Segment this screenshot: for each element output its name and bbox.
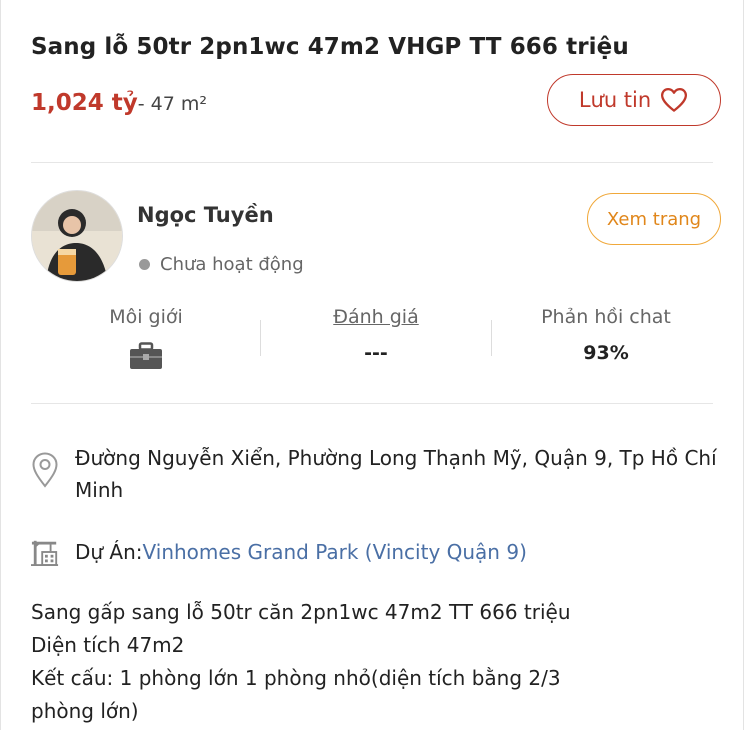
reply-label: Phản hồi chat [541,306,671,328]
stat-separator [260,320,261,356]
stat-rating[interactable]: Đánh giá --- [301,306,451,364]
listing-description: Sang gấp sang lỗ 50tr căn 2pn1wc 47m2 TT… [31,596,731,728]
seller-name[interactable]: Ngọc Tuyền [137,203,274,227]
save-label: Lưu tin [578,88,652,112]
description-line: phòng lớn) [31,699,139,723]
rating-value: --- [364,342,388,364]
description-line: Diện tích 47m2 [31,633,185,657]
project-label: Dự Án: [75,540,143,564]
listing-price: 1,024 tỷ [31,90,138,116]
heart-icon [661,88,688,112]
status-dot-icon [139,259,150,270]
stat-seller-type: Môi giới [71,306,221,370]
briefcase-icon [130,342,162,369]
listing-title: Sang lỗ 50tr 2pn1wc 47m2 VHGP TT 666 tri… [31,34,629,60]
listing-area: - 47 m² [137,93,207,115]
building-crane-icon [31,540,59,567]
divider [31,162,713,163]
description-line: Sang gấp sang lỗ 50tr căn 2pn1wc 47m2 TT… [31,600,571,624]
avatar-photo [32,191,122,281]
save-listing-button[interactable]: Lưu tin [547,74,721,126]
price-line: 1,024 tỷ- 47 m² [31,90,207,116]
divider [31,403,713,404]
address-row: Đường Nguyễn Xiển, Phường Long Thạnh Mỹ,… [31,442,735,506]
address-text: Đường Nguyễn Xiển, Phường Long Thạnh Mỹ,… [75,446,717,502]
seller-status: Chưa hoạt động [139,254,304,275]
rating-link[interactable]: Đánh giá [301,306,451,328]
stat-chat-reply: Phản hồi chat 93% [516,306,696,364]
description-line: Kết cấu: 1 phòng lớn 1 phòng nhỏ(diện tí… [31,666,561,690]
listing-card: Sang lỗ 50tr 2pn1wc 47m2 VHGP TT 666 tri… [0,0,744,730]
view-profile-button[interactable]: Xem trang [587,193,721,245]
project-row: Dự Án: Vinhomes Grand Park (Vincity Quận… [31,536,527,568]
project-link[interactable]: Vinhomes Grand Park (Vincity Quận 9) [143,536,527,568]
stat-type-label: Môi giới [109,306,183,328]
status-text: Chưa hoạt động [160,254,304,275]
stat-separator [491,320,492,356]
reply-value: 93% [583,342,629,364]
avatar[interactable] [31,190,123,282]
location-pin-icon [32,452,58,488]
